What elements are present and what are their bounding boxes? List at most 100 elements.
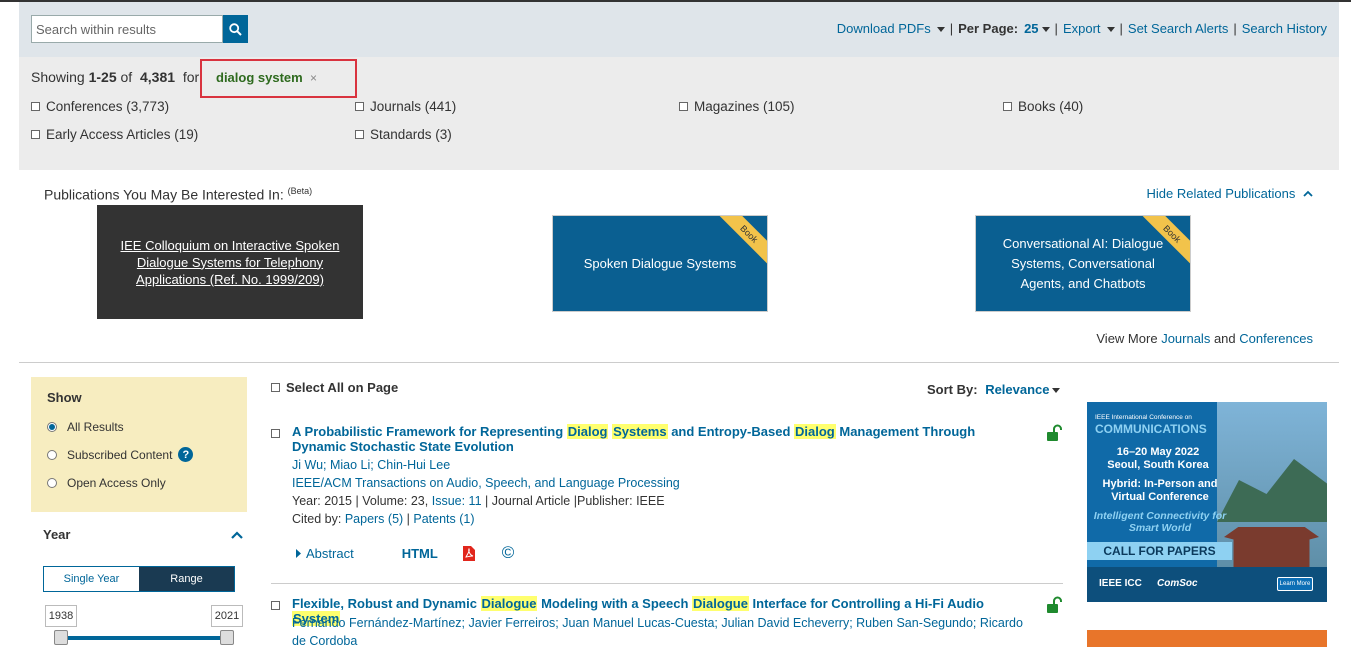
abstract-toggle[interactable]: Abstract <box>295 546 378 561</box>
filter-early-access[interactable]: Early Access Articles (19) <box>31 127 198 142</box>
filter-label: Standards (3) <box>370 127 452 142</box>
search-panel: Search within results Download PDFs | Pe… <box>19 2 1339 170</box>
ad-location: Seoul, South Korea <box>1107 459 1209 471</box>
chevron-down-icon <box>936 27 945 33</box>
chevron-up-icon[interactable] <box>230 528 244 542</box>
range-tab[interactable]: Range <box>139 567 234 591</box>
remove-query-icon[interactable]: × <box>310 71 317 85</box>
result-actions: Abstract HTML © <box>295 543 538 563</box>
checkbox[interactable] <box>355 130 364 139</box>
filter-label: Books (40) <box>1018 99 1084 114</box>
view-more-journals-link[interactable]: Journals <box>1161 331 1210 346</box>
title-text: and Entropy-Based <box>667 424 795 439</box>
open-access-lock-icon <box>1047 424 1062 441</box>
related-title-text: Publications You May Be Interested In: <box>44 186 284 203</box>
filter-books[interactable]: Books (40) <box>1003 99 1083 114</box>
checkbox[interactable] <box>31 130 40 139</box>
search-button[interactable] <box>223 15 248 43</box>
download-pdfs-dropdown[interactable]: Download PDFs <box>837 21 945 36</box>
chevron-down-icon <box>1041 27 1050 33</box>
copyright-icon[interactable]: © <box>502 543 515 563</box>
checkbox[interactable] <box>1003 102 1012 111</box>
title-text: Interface for Controlling a Hi-Fi Audio <box>748 596 984 611</box>
result-checkbox[interactable] <box>271 429 280 438</box>
publication-title: Spoken Dialogue Systems <box>583 256 737 271</box>
checkbox[interactable] <box>271 383 280 392</box>
result-title-link[interactable]: A Probabilistic Framework for Representi… <box>292 424 1027 454</box>
search-history-link[interactable]: Search History <box>1242 21 1327 36</box>
year-filter-title: Year <box>43 527 71 542</box>
result-authors[interactable]: Ji Wu; Miao Li; Chin-Hui Lee <box>292 458 450 472</box>
view-more-conferences-link[interactable]: Conferences <box>1239 331 1313 346</box>
checkbox[interactable] <box>679 102 688 111</box>
conference-ad-banner[interactable]: IEEE International Conference on COMMUNI… <box>1087 402 1327 602</box>
ad-footer: IEEE ICC ComSoc Learn More <box>1087 567 1327 602</box>
cited-by-label: Cited by: <box>292 512 342 526</box>
export-dropdown[interactable]: Export <box>1063 21 1115 36</box>
search-bar-area: Search within results Download PDFs | Pe… <box>19 2 1339 57</box>
checkbox[interactable] <box>31 102 40 111</box>
view-more: View More Journals and Conferences <box>1096 331 1313 346</box>
pdf-icon[interactable] <box>462 545 476 562</box>
filter-label: Magazines (105) <box>694 99 795 114</box>
publication-title: Conversational AI: Dialogue Systems, Con… <box>1002 235 1164 291</box>
help-icon[interactable]: ? <box>178 447 194 462</box>
radio-button[interactable] <box>47 449 57 460</box>
html-link[interactable]: HTML <box>402 546 438 561</box>
filter-journals[interactable]: Journals (441) <box>355 99 456 114</box>
single-year-tab[interactable]: Single Year <box>44 567 139 591</box>
per-page-label: Per Page: <box>958 21 1019 36</box>
results-range: 1-25 <box>88 69 117 85</box>
publication-title: IEE Colloquium on Interactive Spoken Dia… <box>120 237 340 287</box>
ad-conf-title: COMMUNICATIONS <box>1095 422 1207 436</box>
year-range-slider-handle-min[interactable] <box>54 630 68 645</box>
result-issue-link[interactable]: Issue: 11 <box>432 494 482 508</box>
publication-tile-1[interactable]: IEE Colloquium on Interactive Spoken Dia… <box>97 205 363 319</box>
ad-learn-more-button[interactable]: Learn More <box>1277 577 1313 591</box>
select-all-on-page[interactable]: Select All on Page <box>271 380 398 395</box>
separator: | <box>1233 21 1237 36</box>
checkbox[interactable] <box>355 102 364 111</box>
search-term-highlight: Dialogue <box>480 596 538 611</box>
sort-value: Relevance <box>985 382 1050 397</box>
sort-by-dropdown[interactable]: Relevance <box>981 382 1060 397</box>
result-publisher: IEEE <box>636 494 665 508</box>
cited-patents-link[interactable]: Patents (1) <box>413 512 474 526</box>
search-query-chip[interactable]: dialog system <box>216 70 303 85</box>
separator: | <box>1119 21 1123 36</box>
select-all-label: Select All on Page <box>286 380 399 395</box>
result-venue-link[interactable]: IEEE/ACM Transactions on Audio, Speech, … <box>292 476 680 490</box>
radio-label: All Results <box>67 420 124 434</box>
radio-subscribed-content[interactable]: Subscribed Content? <box>47 447 194 462</box>
radio-button[interactable] <box>47 422 57 432</box>
show-title: Show <box>47 390 82 405</box>
cited-papers-link[interactable]: Papers (5) <box>345 512 403 526</box>
year-from-input[interactable]: 1938 <box>45 605 77 627</box>
open-access-lock-icon <box>1047 596 1062 613</box>
result-volume: Volume: 23, <box>362 494 429 508</box>
show-filter-panel: Show All Results Subscribed Content? Ope… <box>31 377 247 512</box>
radio-open-access[interactable]: Open Access Only <box>47 476 166 490</box>
filter-label: Conferences (3,773) <box>46 99 170 114</box>
year-range-slider-handle-max[interactable] <box>220 630 234 645</box>
search-within-results-input[interactable]: Search within results <box>31 15 223 43</box>
result-year: Year: 2015 <box>292 494 353 508</box>
related-publications-title: Publications You May Be Interested In: (… <box>44 186 312 203</box>
year-to-input[interactable]: 2021 <box>211 605 243 627</box>
result-item: A Probabilistic Framework for Representi… <box>271 424 1063 574</box>
filter-magazines[interactable]: Magazines (105) <box>679 99 795 114</box>
publication-tile-3[interactable]: Conversational AI: Dialogue Systems, Con… <box>975 215 1191 312</box>
publication-tile-2[interactable]: Spoken Dialogue Systems Book <box>552 215 768 312</box>
for-label: for <box>182 69 200 85</box>
title-text: Modeling with a Speech <box>537 596 693 611</box>
filter-standards[interactable]: Standards (3) <box>355 127 452 142</box>
radio-all-results[interactable]: All Results <box>47 420 124 434</box>
set-search-alerts-link[interactable]: Set Search Alerts <box>1128 21 1228 36</box>
hide-related-publications-link[interactable]: Hide Related Publications <box>1147 186 1314 201</box>
radio-button[interactable] <box>47 478 57 488</box>
filter-conferences[interactable]: Conferences (3,773) <box>31 99 169 114</box>
result-checkbox[interactable] <box>271 601 280 610</box>
per-page-dropdown[interactable]: 25 <box>1024 21 1050 36</box>
second-ad-banner[interactable] <box>1087 630 1327 647</box>
result-authors[interactable]: Fernando Fernández-Martínez; Javier Ferr… <box>292 614 1032 647</box>
